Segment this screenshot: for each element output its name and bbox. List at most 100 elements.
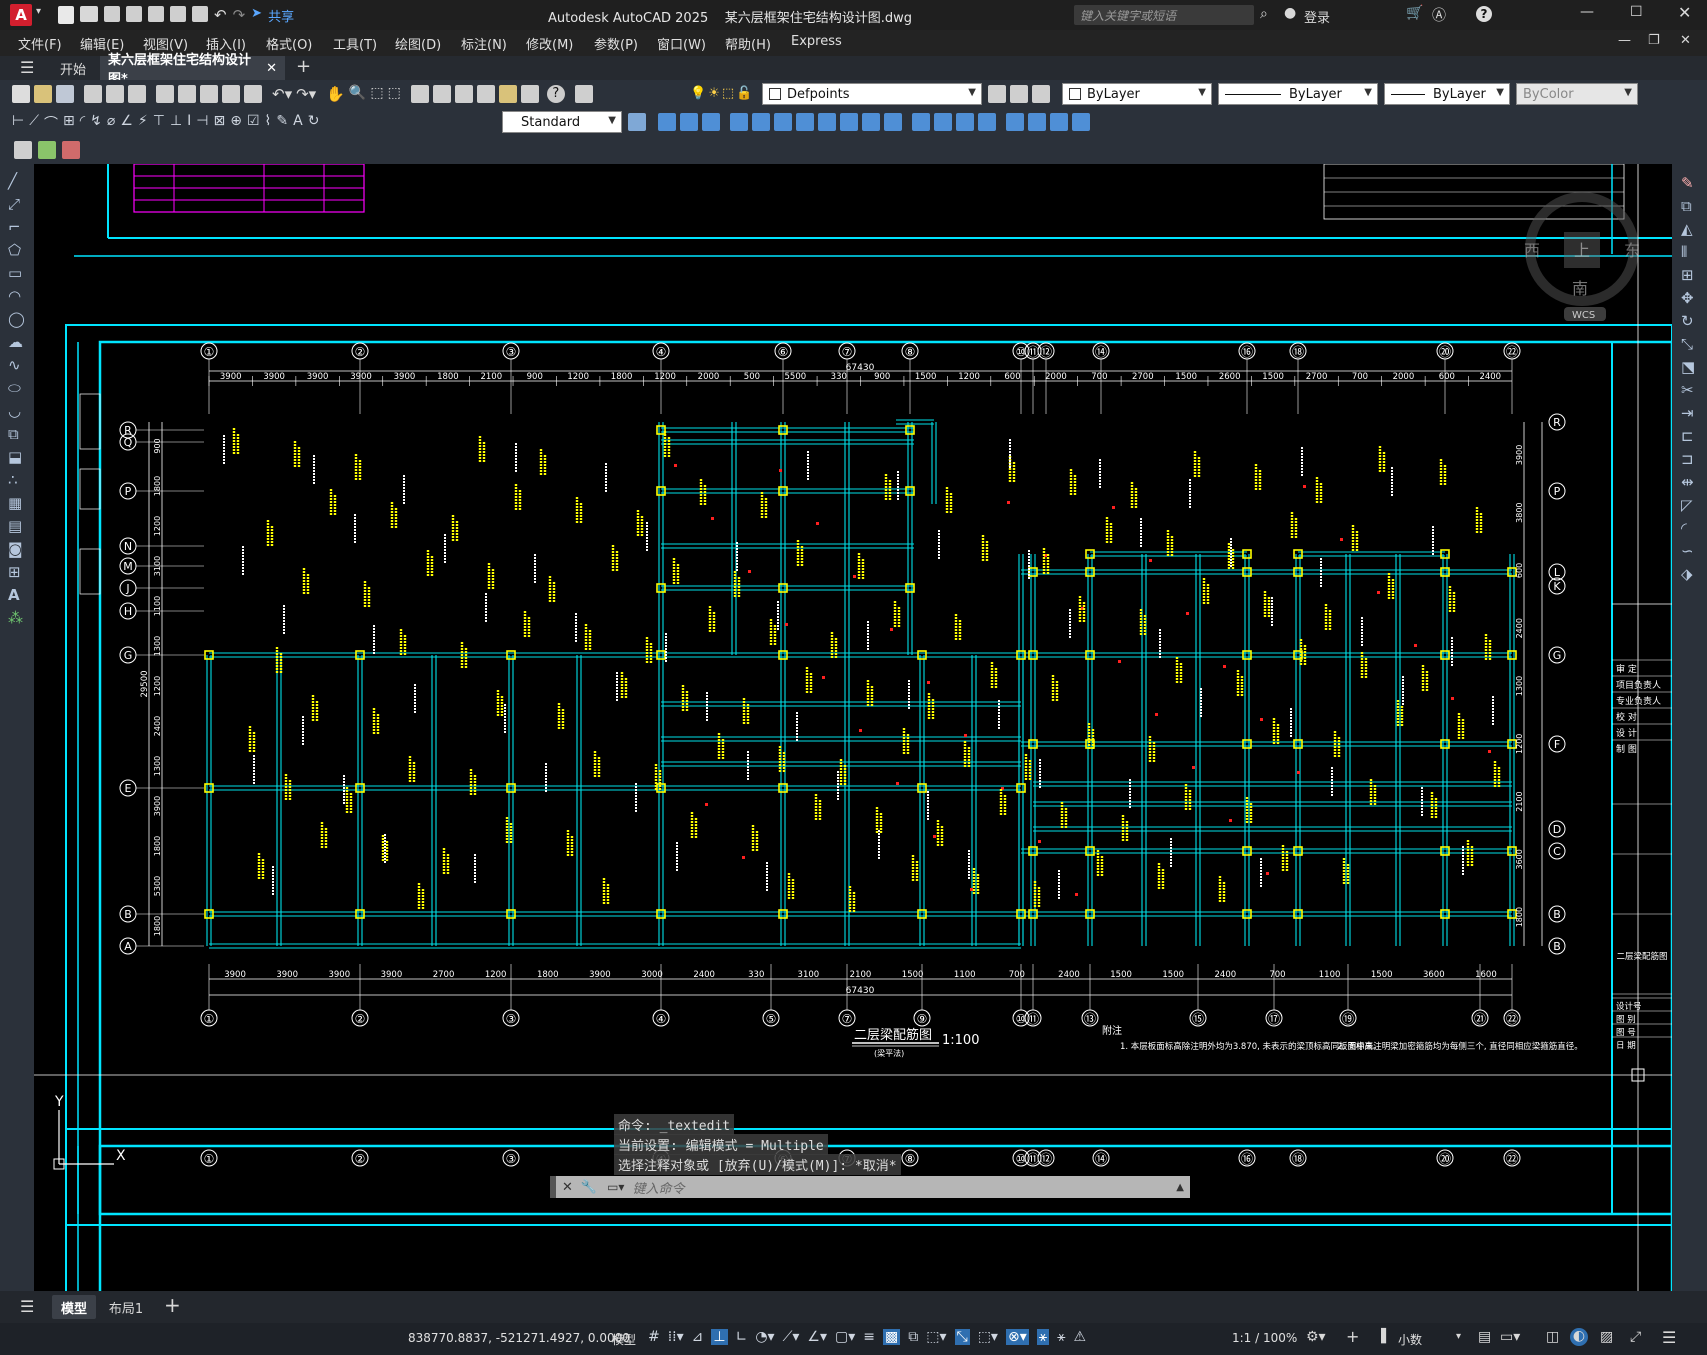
search-icon[interactable]: ⌕ [1260,6,1268,22]
edit-attribute-icon[interactable] [38,141,56,159]
save-icon[interactable] [104,6,120,22]
fillet-icon[interactable] [978,113,996,131]
erase-icon[interactable] [658,113,676,131]
chamfer-right-icon[interactable]: ◸ [1681,496,1695,514]
search-box[interactable]: 键入关键字或短语 [1074,5,1254,25]
login-label[interactable]: 登录 [1304,7,1330,26]
model-space-button[interactable]: 模型 [612,1331,636,1348]
point-icon[interactable]: ∴ [8,471,25,489]
dim-space-icon[interactable]: I [187,113,191,133]
menu-modify[interactable]: 修改(M) [526,34,573,53]
match-properties-icon[interactable] [222,85,240,103]
spline-icon[interactable]: ∿ [8,356,25,374]
mirror-right-icon[interactable]: ◭ [1681,220,1695,238]
lineweight-toggle-icon[interactable]: ≡ [863,1329,875,1345]
jogged-dim-icon[interactable]: ↯ [90,113,102,133]
auto-scale-icon[interactable]: ⚹ [1057,1329,1065,1345]
hardware-accel-icon[interactable]: ◐ [1570,1328,1588,1346]
fullscreen-icon[interactable]: ⤢ [1630,1329,1641,1345]
pedit-icon[interactable] [1050,113,1068,131]
paste-icon[interactable] [200,85,218,103]
doc-minimize-icon[interactable]: — [1618,33,1631,48]
move-right-icon[interactable]: ✥ [1681,289,1695,307]
quick-dim-icon[interactable]: ⚡ [138,113,148,133]
continue-dim-icon[interactable]: ⊥ [170,113,182,133]
jogged-linear-icon[interactable]: ⌇ [265,113,272,133]
move-icon[interactable] [774,113,792,131]
edit-block-icon[interactable] [14,141,32,159]
user-icon[interactable]: ● [1284,5,1296,21]
layer-properties-icon[interactable] [574,85,593,103]
dim-update-icon[interactable]: ↻ [308,113,320,133]
explode-icon[interactable] [1006,113,1024,131]
publish-toolbar-icon[interactable] [128,85,146,103]
layer-on-icon[interactable]: 💡 [690,86,706,101]
hamburger-menu-icon[interactable]: ☰ [20,58,34,77]
help-icon[interactable]: ? [1476,6,1492,22]
print-icon[interactable] [192,6,208,22]
offset-icon[interactable] [730,113,748,131]
lineweight-dropdown[interactable]: ByLayer ▼ [1384,83,1510,105]
splinedit-icon[interactable] [1072,113,1090,131]
ortho-icon[interactable]: ∟ [736,1329,748,1345]
radius-dim-icon[interactable]: ◜ [80,113,85,133]
mtext-icon[interactable]: A [8,586,25,604]
menu-file[interactable]: 文件(F) [18,34,62,53]
undo-icon[interactable]: ↶ [214,6,227,25]
coordinates-readout[interactable]: 838770.8837, -521271.4927, 0.0000 [408,1331,630,1345]
polyline-icon[interactable]: ⌐ [8,218,25,236]
break-icon[interactable] [912,113,930,131]
viewcube[interactable]: 上 西 东 南 WCS [1524,192,1640,321]
zoom-window-icon[interactable]: ⬚ [370,85,383,103]
doc-close-icon[interactable]: ✕ [1680,33,1691,48]
doc-restore-icon[interactable]: ❐ [1648,33,1660,48]
share-arrow-icon[interactable]: ➤ [251,6,262,25]
construction-line-icon[interactable]: ⤢ [8,195,25,213]
menu-window[interactable]: 窗口(W) [657,34,706,53]
publish-icon[interactable] [148,6,164,22]
make-current-layer-icon[interactable] [988,85,1006,103]
new-tab-icon[interactable]: + [296,56,311,77]
menu-format[interactable]: 格式(O) [266,34,312,53]
trim-icon[interactable] [862,113,880,131]
baseline-dim-icon[interactable]: ⊤ [153,113,165,133]
autocad-logo-icon[interactable]: A [10,4,32,26]
close-icon[interactable]: ✕ [1678,3,1691,22]
markup-icon[interactable] [498,85,517,103]
layer-dropdown[interactable]: Defpoints ▼ [762,83,982,105]
arc-length-icon[interactable]: ⌒ [44,113,58,133]
selection-filter-icon[interactable]: ⬚▾ [978,1329,998,1345]
line-icon[interactable]: ╱ [8,172,25,190]
sheet-set-icon[interactable] [476,85,495,103]
export-icon[interactable] [170,6,186,22]
fillet-right-icon[interactable]: ◜ [1681,519,1695,537]
save-as-icon[interactable] [126,6,142,22]
properties-icon[interactable] [410,85,429,103]
tab-layout1[interactable]: 布局1 [104,1295,148,1319]
infer-constraints-icon[interactable]: ⊿ [692,1329,704,1345]
zoom-previous-icon[interactable]: ⬚ [388,85,401,103]
textstyle-dropdown[interactable]: Standard ▼ [502,111,622,133]
erase-right-icon[interactable]: ✎ [1681,174,1695,192]
command-close-icon[interactable]: ✕ [562,1180,573,1195]
make-block-icon[interactable]: ⬓ [8,448,25,466]
revision-cloud-icon[interactable]: ☁ [8,333,25,351]
osnap-icon[interactable]: ▢▾ [835,1329,855,1345]
mirror-icon[interactable] [702,113,720,131]
dim-style-icon[interactable] [628,113,646,131]
app-menu-chevron-icon[interactable]: ▾ [36,6,41,17]
command-recent-icon[interactable]: ▲ [1176,1182,1184,1193]
quick-properties-icon[interactable]: ▤ [1478,1329,1491,1345]
customize-status-icon[interactable]: ☰ [1662,1328,1676,1347]
tab-close-icon[interactable]: ✕ [266,61,277,76]
break-right-icon[interactable]: ⊐ [1681,450,1695,468]
diameter-dim-icon[interactable]: ⌀ [107,113,115,133]
menu-express[interactable]: Express [791,34,842,49]
command-input[interactable]: 键入命令 [632,1178,1176,1197]
circle-icon[interactable]: ◯ [8,310,25,328]
save-toolbar-icon[interactable] [56,85,74,103]
scale-right-icon[interactable]: ⤡ [1681,335,1695,353]
new-file-icon[interactable] [58,6,74,24]
annotation-visibility-icon[interactable]: ⚹ [1036,1329,1050,1345]
layer-states-icon[interactable] [1032,85,1050,103]
